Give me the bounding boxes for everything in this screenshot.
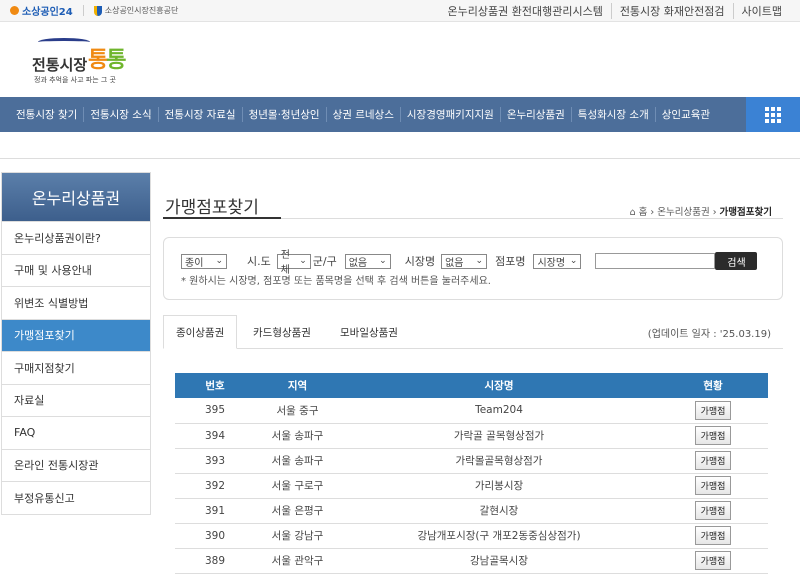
search-hint: * 원하시는 시장명, 점포명 또는 품목명을 선택 후 검색 버튼을 눌러주세… <box>181 276 491 287</box>
tab-paper[interactable]: 종이상품권 <box>163 315 238 349</box>
table-row: 392 서울 구로구 가리봉시장 가맹점 <box>175 473 768 499</box>
nav-item[interactable]: 특성화시장 소개 <box>570 107 655 122</box>
sidebar-item[interactable]: FAQ <box>2 416 150 449</box>
market-select[interactable]: 없음 <box>441 253 488 269</box>
site-logo[interactable]: 전통시장 통통 정과 추억을 사고 파는 그 곳 <box>32 38 152 88</box>
row-number: 391 <box>175 498 255 524</box>
tab-bar: 종이상품권 카드형상품권 모바일상품권 (업데이트 일자 : '25.03.19… <box>163 315 783 349</box>
nav-item[interactable]: 청년몰·청년상인 <box>241 107 326 122</box>
gungu-select[interactable]: 없음 <box>344 253 391 269</box>
row-region: 서울 관악구 <box>255 548 340 574</box>
table-row: 394 서울 송파구 가락골 골목형상점가 가맹점 <box>175 423 768 449</box>
stores-button[interactable]: 가맹점 <box>694 400 732 420</box>
breadcrumb: ⌂ 홈 › 온누리상품권 › 가맹점포찾기 <box>629 207 772 218</box>
store-type-select[interactable]: 시장명 <box>533 253 582 269</box>
top-bar: 소상공인24 소상공인시장진흥공단 온누리상품권 환전대행관리시스템 전통시장 … <box>0 0 800 22</box>
row-market-name: 갈현시장 <box>340 498 658 524</box>
table-row: 395 서울 중구 Team204 가맹점 <box>175 398 768 424</box>
stores-button[interactable]: 가맹점 <box>694 426 732 445</box>
nav-item[interactable]: 상인교육관 <box>654 107 716 122</box>
row-market-name: 가락몰골목형상점가 <box>340 448 658 474</box>
row-number: 392 <box>175 473 255 499</box>
tab-mobile[interactable]: 모바일상품권 <box>340 315 398 349</box>
all-menu-button[interactable] <box>746 97 800 132</box>
table-row: 393 서울 송파구 가락몰골목형상점가 가맹점 <box>175 448 768 474</box>
table-row: 391 서울 은평구 갈현시장 가맹점 <box>175 498 768 524</box>
nav-item[interactable]: 시장경영패키지지원 <box>399 107 500 122</box>
nav-item[interactable]: 전통시장 자료실 <box>157 107 242 122</box>
row-market-name: Team204 <box>340 398 658 424</box>
tab-card[interactable]: 카드형상품권 <box>253 315 311 349</box>
top-link-sitemap[interactable]: 사이트맵 <box>732 2 790 19</box>
sidebar-item[interactable]: 부정유통신고 <box>2 481 150 514</box>
row-region: 서울 강남구 <box>255 523 340 549</box>
sidebar-item[interactable]: 온라인 전통시장관 <box>2 448 150 482</box>
sidebar-item-active[interactable]: 가맹점포찾기 <box>2 318 150 351</box>
row-region: 서울 구로구 <box>255 473 340 499</box>
row-number: 389 <box>175 548 255 574</box>
sidebar-item[interactable]: 온누리상품권이란? <box>2 221 150 254</box>
row-region: 서울 송파구 <box>255 423 340 449</box>
logo-icon <box>93 5 102 16</box>
row-number: 393 <box>175 448 255 474</box>
update-date: (업데이트 일자 : '25.03.19) <box>647 329 771 340</box>
row-number: 390 <box>175 523 255 549</box>
sidebar-title: 온누리상품권 <box>2 173 150 221</box>
row-market-name: 강남골목시장 <box>340 548 658 574</box>
row-market-name: 가리봉시장 <box>340 473 658 499</box>
table-row: 389 서울 관악구 강남골목시장 가맹점 <box>175 548 768 574</box>
page-title: 가맹점포찾기 <box>165 198 259 218</box>
keyword-input[interactable] <box>595 253 716 269</box>
nav-item[interactable]: 전통시장 찾기 <box>10 107 83 122</box>
sbiz24-logo[interactable]: 소상공인24 <box>10 3 73 18</box>
search-panel: 종이 시.도 전체 군/구 없음 시장명 없음 점포명 시장명 검색 * 원하시… <box>163 237 783 300</box>
row-number: 395 <box>175 398 255 424</box>
row-market-name: 가락골 골목형상점가 <box>340 423 658 449</box>
main-nav: 전통시장 찾기 전통시장 소식 전통시장 자료실 청년몰·청년상인 상권 르네상… <box>0 97 800 132</box>
grid-menu-icon <box>765 106 781 123</box>
market-table: 번호 지역 시장명 현황 395 서울 중구 Team204 가맹점 394 서울 송파구… <box>175 373 768 574</box>
semas-logo[interactable]: 소상공인시장진흥공단 <box>82 5 178 16</box>
logo-icon <box>10 6 19 15</box>
top-link[interactable]: 온누리상품권 환전대행관리시스템 <box>440 3 611 19</box>
stores-button[interactable]: 가맹점 <box>694 476 732 495</box>
stores-button[interactable]: 가맹점 <box>694 501 732 520</box>
stores-button[interactable]: 가맹점 <box>694 526 732 545</box>
logo-arch-icon <box>38 38 90 46</box>
top-link[interactable]: 전통시장 화재안전점검 <box>610 2 733 19</box>
home-icon: ⌂ <box>629 207 639 218</box>
divider <box>0 158 800 159</box>
nav-item[interactable]: 전통시장 소식 <box>83 107 157 122</box>
table-row: 390 서울 강남구 강남개포시장(구 개포2동중심상점가) 가맹점 <box>175 523 768 549</box>
stores-button[interactable]: 가맹점 <box>694 451 732 470</box>
row-market-name: 강남개포시장(구 개포2동중심상점가) <box>340 523 658 549</box>
nav-item[interactable]: 상권 르네상스 <box>325 107 400 122</box>
row-number: 394 <box>175 423 255 449</box>
type-select[interactable]: 종이 <box>181 253 227 269</box>
sidebar-item[interactable]: 구매지점찾기 <box>2 351 150 384</box>
row-region: 서울 송파구 <box>255 448 340 474</box>
nav-item[interactable]: 온누리상품권 <box>499 107 571 122</box>
row-region: 서울 은평구 <box>255 498 340 524</box>
sidebar: 온누리상품권 온누리상품권이란? 구매 및 사용안내 위변조 식별방법 가맹점포… <box>1 172 151 515</box>
stores-button[interactable]: 가맹점 <box>694 551 732 570</box>
row-region: 서울 중구 <box>255 398 340 424</box>
search-button[interactable]: 검색 <box>715 252 758 270</box>
sido-select[interactable]: 전체 <box>276 250 311 276</box>
sidebar-item[interactable]: 자료실 <box>2 383 150 417</box>
sidebar-item[interactable]: 구매 및 사용안내 <box>2 253 150 287</box>
sidebar-item[interactable]: 위변조 식별방법 <box>2 286 150 319</box>
